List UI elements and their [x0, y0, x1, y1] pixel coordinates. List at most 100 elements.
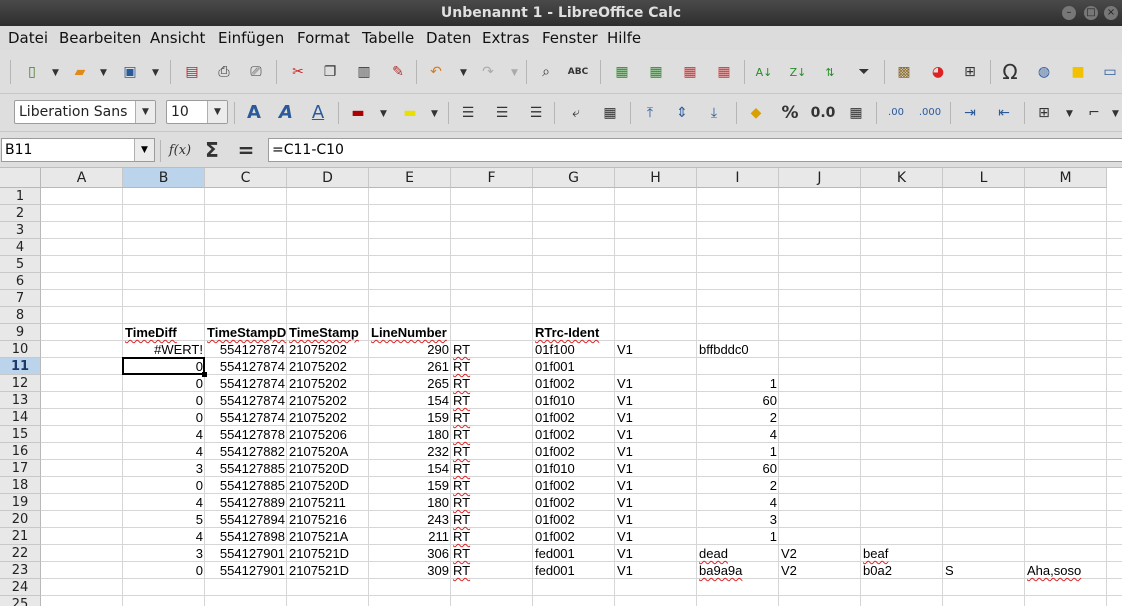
hyperlink-icon[interactable]: ◍	[1032, 60, 1056, 84]
cell-e18[interactable]: 159	[369, 477, 451, 494]
cell-g19[interactable]: 01f002	[533, 494, 615, 511]
cell-h23[interactable]: V1	[615, 562, 697, 579]
align-center-icon[interactable]: ☰	[490, 101, 514, 125]
row-header-4[interactable]: 4	[0, 239, 41, 256]
decrease-indent-icon[interactable]: ⇤	[992, 101, 1016, 125]
close-icon[interactable]: ×	[1104, 6, 1118, 20]
cell-b21[interactable]: 4	[123, 528, 205, 545]
cell-e16[interactable]: 232	[369, 443, 451, 460]
chevron-down-icon[interactable]: ▼	[52, 68, 59, 78]
print-preview-icon[interactable]: ⎚	[244, 60, 268, 84]
table-header-g[interactable]: RTrc-Ident	[533, 324, 615, 341]
cell-h18[interactable]: V1	[615, 477, 697, 494]
find-replace-icon[interactable]: ⌕	[534, 60, 558, 84]
cell-f10[interactable]: RT	[451, 341, 533, 358]
row-header-3[interactable]: 3	[0, 222, 41, 239]
chevron-down-icon[interactable]: ▼	[135, 101, 155, 123]
cell-f14[interactable]: RT	[451, 409, 533, 426]
cell-c20[interactable]: 554127894	[205, 511, 287, 528]
cell-f15[interactable]: RT	[451, 426, 533, 443]
cell-j22[interactable]: V2	[779, 545, 861, 562]
row-header-6[interactable]: 6	[0, 273, 41, 290]
header-footer-icon[interactable]: ▭	[1098, 60, 1122, 84]
cell-c23[interactable]: 554127901	[205, 562, 287, 579]
chevron-down-icon[interactable]: ▼	[152, 68, 159, 78]
cell-e23[interactable]: 309	[369, 562, 451, 579]
row-header-19[interactable]: 19	[0, 494, 41, 511]
font-color-a-icon[interactable]: A	[306, 101, 330, 125]
cell-h12[interactable]: V1	[615, 375, 697, 392]
spreadsheet-grid[interactable]: A B C D E F G H I J K L M 1 2 3 4 5 6 7 8 9 10 11 12 13 14 15 16 17 18…	[0, 168, 1122, 606]
menu-hilfe[interactable]: Hilfe	[607, 29, 641, 47]
cell-g12[interactable]: 01f002	[533, 375, 615, 392]
cell-e22[interactable]: 306	[369, 545, 451, 562]
cell-g13[interactable]: 01f010	[533, 392, 615, 409]
chevron-down-icon[interactable]: ▼	[380, 109, 387, 119]
delete-column-icon[interactable]: ▦	[712, 60, 736, 84]
cell-f18[interactable]: RT	[451, 477, 533, 494]
redo-icon[interactable]: ↷	[476, 60, 500, 84]
cell-k23[interactable]: b0a2	[861, 562, 943, 579]
merge-cells-icon[interactable]: ▦	[598, 101, 622, 125]
align-top-icon[interactable]: ⤒	[638, 101, 662, 125]
name-box[interactable]: B11 ▼	[1, 138, 155, 162]
cell-g17[interactable]: 01f010	[533, 460, 615, 477]
cell-f12[interactable]: RT	[451, 375, 533, 392]
cell-c12[interactable]: 554127874	[205, 375, 287, 392]
row-header-20[interactable]: 20	[0, 511, 41, 528]
column-header-h[interactable]: H	[615, 168, 697, 188]
fill-handle[interactable]	[202, 372, 207, 377]
row-header-24[interactable]: 24	[0, 579, 41, 596]
font-name-combo[interactable]: Liberation Sans ▼	[14, 100, 156, 124]
menu-bearbeiten[interactable]: Bearbeiten	[59, 29, 141, 47]
cell-g22[interactable]: fed001	[533, 545, 615, 562]
cell-b17[interactable]: 3	[123, 460, 205, 477]
row-header-11[interactable]: 11	[0, 358, 41, 375]
cell-e19[interactable]: 180	[369, 494, 451, 511]
cell-j23[interactable]: V2	[779, 562, 861, 579]
cell-c22[interactable]: 554127901	[205, 545, 287, 562]
align-right-icon[interactable]: ☰	[524, 101, 548, 125]
row-header-21[interactable]: 21	[0, 528, 41, 545]
row-header-9[interactable]: 9	[0, 324, 41, 341]
table-header-d[interactable]: TimeStamp	[287, 324, 369, 341]
save-icon[interactable]: ▣	[118, 60, 142, 84]
clone-format-icon[interactable]: ✎	[386, 60, 410, 84]
cell-b20[interactable]: 5	[123, 511, 205, 528]
cell-d13[interactable]: 21075202	[287, 392, 369, 409]
row-header-23[interactable]: 23	[0, 562, 41, 579]
cell-e11[interactable]: 261	[369, 358, 451, 375]
cell-e20[interactable]: 243	[369, 511, 451, 528]
row-header-25[interactable]: 25	[0, 596, 41, 606]
chart-icon[interactable]: ◕	[926, 60, 950, 84]
cell-d18[interactable]: 2107520D	[287, 477, 369, 494]
delete-row-icon[interactable]: ▦	[678, 60, 702, 84]
comment-icon[interactable]: ■	[1066, 60, 1090, 84]
copy-icon[interactable]: ❐	[318, 60, 342, 84]
cell-h17[interactable]: V1	[615, 460, 697, 477]
row-header-8[interactable]: 8	[0, 307, 41, 324]
cell-g16[interactable]: 01f002	[533, 443, 615, 460]
cell-g20[interactable]: 01f002	[533, 511, 615, 528]
cell-h16[interactable]: V1	[615, 443, 697, 460]
cell-i10[interactable]: bffbddc0	[697, 341, 779, 358]
sort-ascending-icon[interactable]: A↓	[752, 60, 776, 84]
cut-icon[interactable]: ✂	[286, 60, 310, 84]
cell-g11[interactable]: 01f001	[533, 358, 615, 375]
highlight-icon[interactable]: ▬	[398, 101, 422, 125]
cell-e14[interactable]: 159	[369, 409, 451, 426]
formula-input[interactable]: =C11-C10	[268, 138, 1122, 162]
row-header-12[interactable]: 12	[0, 375, 41, 392]
chevron-down-icon[interactable]: ▼	[1112, 109, 1119, 119]
chevron-down-icon[interactable]: ▼	[431, 109, 438, 119]
column-header-l[interactable]: L	[943, 168, 1025, 188]
select-all-corner[interactable]	[0, 168, 41, 188]
menu-extras[interactable]: Extras	[482, 29, 529, 47]
cell-b22[interactable]: 3	[123, 545, 205, 562]
cell-f19[interactable]: RT	[451, 494, 533, 511]
cell-c17[interactable]: 554127885	[205, 460, 287, 477]
row-header-13[interactable]: 13	[0, 392, 41, 409]
paste-icon[interactable]: ▥	[352, 60, 376, 84]
chevron-down-icon[interactable]: ▼	[100, 68, 107, 78]
image-icon[interactable]: ▩	[892, 60, 916, 84]
